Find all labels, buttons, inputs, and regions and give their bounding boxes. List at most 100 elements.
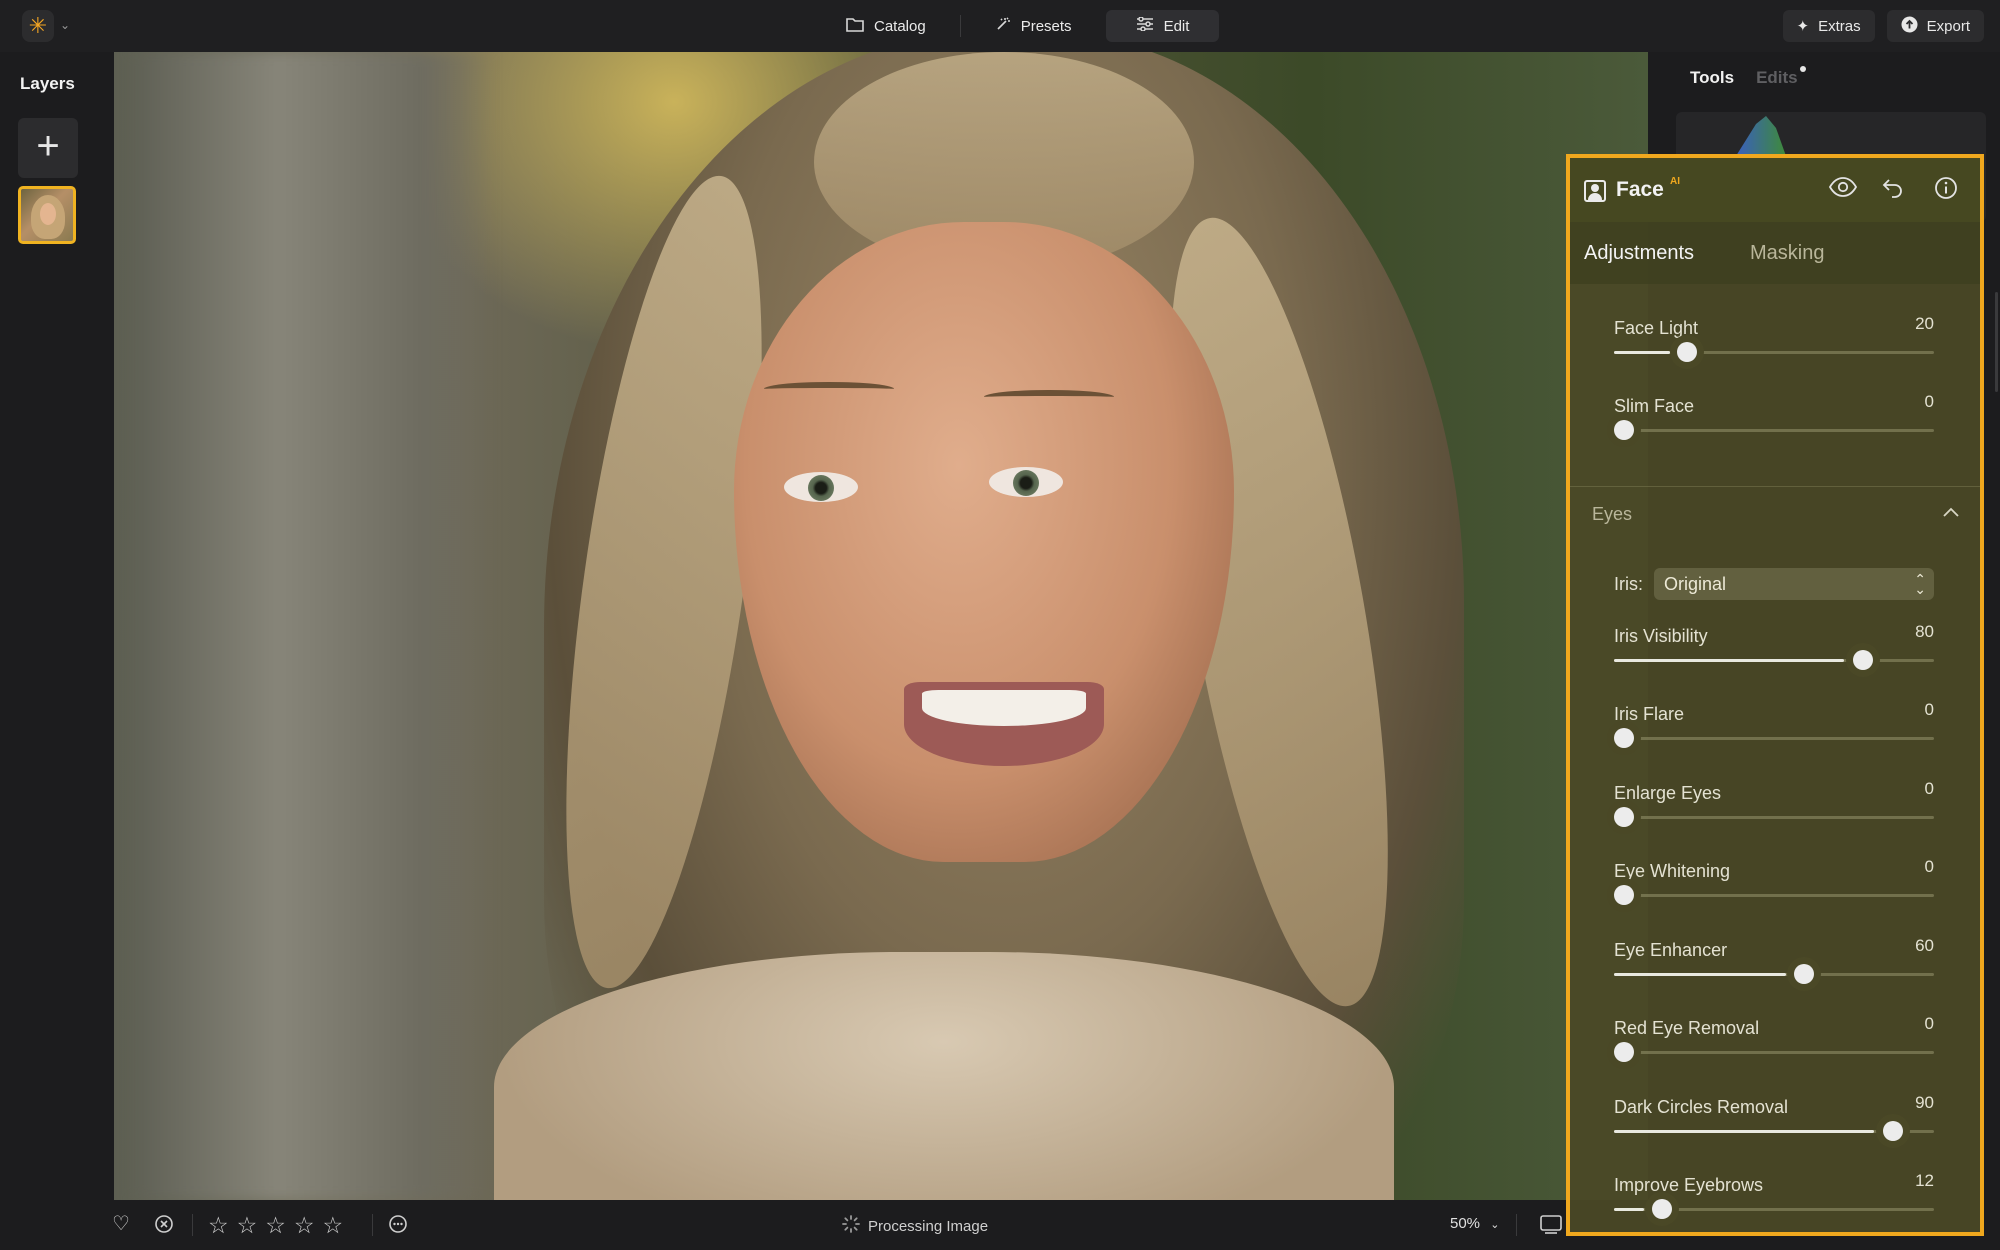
slider-knob[interactable] — [1853, 650, 1873, 670]
slider-label: Slim Face — [1614, 396, 1695, 416]
slider-value: 12 — [1915, 1171, 1934, 1190]
iris-select[interactable]: Original ⌃ ⌄ — [1654, 568, 1934, 600]
slider-value: 0 — [1924, 857, 1934, 876]
slider-knob[interactable] — [1614, 1042, 1634, 1062]
photo-teeth — [922, 690, 1086, 726]
face-panel-header: Face AI — [1570, 158, 1980, 222]
slider-value: 0 — [1924, 1014, 1934, 1033]
tab-adjustments[interactable]: Adjustments — [1584, 242, 1694, 265]
slider-value: 0 — [1924, 779, 1934, 798]
reject-icon[interactable] — [154, 1214, 174, 1238]
improve-eyebrows-slider[interactable]: Improve Eyebrows 12 — [1614, 1171, 1934, 1232]
slider-track[interactable] — [1614, 737, 1934, 740]
slider-fill — [1614, 351, 1670, 354]
layers-sidebar: Layers + — [0, 52, 96, 1202]
slider-label: Enlarge Eyes — [1614, 783, 1722, 803]
extras-button[interactable]: ✦ Extras — [1782, 10, 1875, 42]
layer-thumbnail[interactable] — [18, 186, 76, 244]
edit-button[interactable]: Edit — [1105, 10, 1220, 42]
processing-status: Processing Image — [842, 1215, 988, 1237]
catalog-label: Catalog — [874, 17, 926, 35]
app-logo-icon[interactable]: ✳ — [22, 10, 54, 42]
photo-brow-right — [984, 390, 1114, 404]
add-layer-button[interactable]: + — [18, 118, 78, 178]
slider-knob[interactable] — [1677, 342, 1697, 362]
rating-stars: ☆ ☆ ☆ ☆ ☆ — [208, 1212, 343, 1239]
zoom-value: 50% — [1450, 1215, 1481, 1232]
slider-label: Iris Flare — [1614, 704, 1685, 724]
bottom-divider — [1516, 1214, 1517, 1236]
photo-iris-left — [808, 475, 834, 501]
tab-edits-label: Edits — [1756, 68, 1798, 87]
slider-value: 80 — [1915, 622, 1934, 641]
panel-scrollbar[interactable] — [1995, 292, 1998, 392]
star-5-icon[interactable]: ☆ — [323, 1212, 344, 1239]
compare-view-icon[interactable] — [1540, 1214, 1562, 1238]
slider-track[interactable] — [1614, 816, 1934, 819]
photo-brow-left — [764, 382, 894, 396]
catalog-button[interactable]: Catalog — [816, 10, 956, 42]
bottom-divider — [192, 1214, 193, 1236]
slider-knob[interactable] — [1614, 728, 1634, 748]
slider-fill — [1614, 659, 1844, 662]
spinner-icon — [842, 1215, 860, 1237]
visibility-eye-icon[interactable] — [1828, 176, 1858, 204]
tools-tabs: Tools Edits — [1690, 66, 1806, 88]
processing-label: Processing Image — [868, 1217, 989, 1235]
iris-label: Iris: — [1614, 574, 1643, 594]
slim-face-slider[interactable]: Slim Face 0 — [1614, 392, 1934, 456]
presets-label: Presets — [1020, 17, 1072, 35]
histogram-peak — [1736, 116, 1786, 156]
eye-whitening-slider[interactable]: Eye Whitening 0 — [1614, 857, 1934, 921]
eyes-section-header[interactable]: Eyes — [1592, 504, 1632, 525]
export-upload-icon — [1901, 16, 1918, 37]
heart-icon[interactable]: ♡ — [112, 1214, 130, 1234]
slider-value: 90 — [1915, 1093, 1934, 1112]
app-menu-chevron-icon[interactable]: ⌄ — [60, 18, 70, 32]
photo-eye-left — [784, 472, 858, 502]
photo-canvas[interactable] — [114, 52, 1648, 1200]
enlarge-eyes-slider[interactable]: Enlarge Eyes 0 — [1614, 779, 1934, 843]
star-3-icon[interactable]: ☆ — [265, 1212, 286, 1239]
folder-icon — [846, 17, 864, 36]
eye-enhancer-slider[interactable]: Eye Enhancer 60 — [1614, 936, 1934, 1000]
more-options-icon[interactable] — [388, 1214, 408, 1238]
face-light-slider[interactable]: Face Light 20 — [1614, 314, 1934, 378]
slider-track[interactable] — [1614, 429, 1934, 432]
dark-circles-removal-slider[interactable]: Dark Circles Removal 90 — [1614, 1093, 1934, 1157]
tab-edits[interactable]: Edits — [1756, 66, 1806, 88]
star-1-icon[interactable]: ☆ — [208, 1212, 229, 1239]
star-4-icon[interactable]: ☆ — [294, 1212, 315, 1239]
info-icon[interactable] — [1934, 176, 1958, 206]
bottom-divider — [372, 1214, 373, 1236]
iris-flare-slider[interactable]: Iris Flare 0 — [1614, 700, 1934, 764]
undo-reset-icon[interactable] — [1882, 176, 1904, 204]
slider-track[interactable] — [1614, 894, 1934, 897]
slider-knob[interactable] — [1614, 885, 1634, 905]
export-label: Export — [1926, 17, 1970, 35]
photo-face — [734, 222, 1234, 862]
red-eye-removal-slider[interactable]: Red Eye Removal 0 — [1614, 1014, 1934, 1078]
face-tool-panel: Face AI Adjustments Masking Face Light 2… — [1566, 154, 1984, 1236]
slider-knob[interactable] — [1614, 807, 1634, 827]
layers-title: Layers — [20, 74, 75, 93]
star-2-icon[interactable]: ☆ — [237, 1212, 258, 1239]
chevron-up-icon[interactable] — [1942, 502, 1960, 523]
slider-fill — [1614, 973, 1786, 976]
slider-knob[interactable] — [1614, 420, 1634, 440]
slider-knob[interactable] — [1794, 964, 1814, 984]
presets-button[interactable]: Presets — [965, 10, 1102, 42]
slider-label: Dark Circles Removal — [1614, 1097, 1789, 1117]
zoom-select[interactable]: 50% ⌄ — [1450, 1215, 1499, 1232]
export-button[interactable]: Export — [1886, 10, 1984, 42]
photo-sweater — [494, 952, 1394, 1200]
tab-tools[interactable]: Tools — [1690, 68, 1734, 88]
iris-visibility-slider[interactable]: Iris Visibility 80 — [1614, 622, 1934, 686]
slider-knob[interactable] — [1883, 1121, 1903, 1141]
slider-track[interactable] — [1614, 1051, 1934, 1054]
face-panel-title: Face — [1616, 178, 1664, 201]
slider-knob[interactable] — [1652, 1199, 1672, 1219]
slider-label: Improve Eyebrows — [1614, 1175, 1764, 1195]
tab-masking[interactable]: Masking — [1750, 242, 1824, 265]
photo-tree-trunk — [134, 52, 494, 1200]
